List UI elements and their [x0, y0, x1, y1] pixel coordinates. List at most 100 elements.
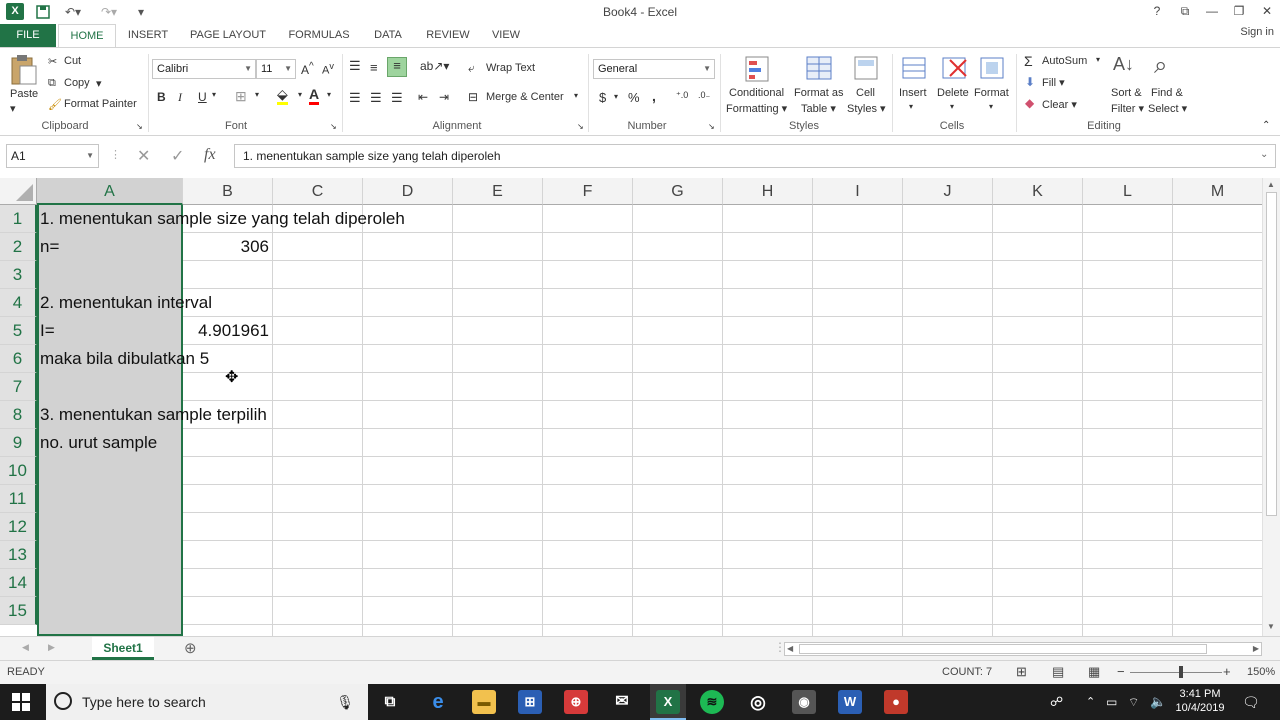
cell-styles-label[interactable]: Cell [856, 87, 875, 99]
zoom-slider[interactable] [1130, 672, 1222, 673]
page-layout-view-icon[interactable]: ▤ [1052, 664, 1064, 680]
row-header-5[interactable]: 5 [0, 317, 37, 345]
people-icon[interactable]: ☍ [1050, 684, 1063, 720]
microphone-icon[interactable]: 🎙 [336, 684, 354, 720]
cancel-icon[interactable]: ✕ [137, 146, 150, 166]
column-header-g[interactable]: G [633, 178, 723, 205]
font-color-dropdown-icon[interactable]: ▾ [327, 90, 331, 99]
format-dropdown-icon[interactable]: ▾ [989, 102, 993, 111]
font-color-icon[interactable]: A [309, 86, 320, 105]
find-select-label[interactable]: Find & [1151, 87, 1183, 99]
merge-center-button[interactable]: Merge & Center [486, 91, 564, 103]
middle-align-icon[interactable]: ≡ [370, 60, 378, 75]
row-header-3[interactable]: 3 [0, 261, 37, 289]
zoom-level[interactable]: 150% [1247, 666, 1275, 678]
clear-button[interactable]: Clear ▾ [1042, 98, 1077, 111]
taskbar-search[interactable]: Type here to search 🎙 [46, 684, 368, 720]
autosum-dropdown-icon[interactable]: ▾ [1096, 55, 1100, 64]
underline-button[interactable]: U [198, 90, 207, 104]
alignment-launcher-icon[interactable]: ↘ [577, 122, 584, 131]
row-header-7[interactable]: 7 [0, 373, 37, 401]
font-name-select[interactable]: Calibri ▼ [152, 59, 256, 79]
tab-insert[interactable]: INSERT [124, 24, 172, 48]
network-icon[interactable]: ⌔ [1128, 684, 1139, 720]
vertical-scroll-thumb[interactable] [1266, 192, 1277, 516]
increase-decimal-icon[interactable]: ⁺.0 [676, 90, 688, 101]
clock[interactable]: 3:41 PM 10/4/2019 [1172, 687, 1228, 715]
column-header-a[interactable]: A [37, 178, 183, 205]
format-button[interactable]: Format [974, 87, 1009, 99]
horizontal-scroll-thumb[interactable] [799, 644, 1207, 654]
gift-app-icon[interactable]: ⊕ [564, 690, 588, 714]
bottom-align-icon[interactable]: ≡ [387, 57, 407, 77]
align-left-icon[interactable]: ☰ [349, 90, 361, 106]
scroll-up-icon[interactable]: ▲ [1267, 180, 1275, 189]
tab-data[interactable]: DATA [368, 24, 408, 48]
conditional-formatting-button[interactable]: Formatting ▾ [726, 102, 787, 115]
notification-icon[interactable]: 🗨 [1242, 684, 1260, 720]
tab-file[interactable]: FILE [0, 24, 56, 48]
row-header-6[interactable]: 6 [0, 345, 37, 373]
windows-start-icon[interactable] [12, 693, 30, 714]
autosum-button[interactable]: AutoSum [1042, 55, 1087, 67]
italic-button[interactable]: I [178, 90, 182, 105]
paste-icon[interactable] [8, 54, 38, 85]
increase-font-icon[interactable]: A^ [301, 61, 314, 77]
row-header-14[interactable]: 14 [0, 569, 37, 597]
close-button[interactable]: ✕ [1256, 2, 1278, 20]
row-header-15[interactable]: 15 [0, 597, 37, 625]
row-header-8[interactable]: 8 [0, 401, 37, 429]
normal-view-icon[interactable]: ⊞ [1016, 664, 1027, 680]
insert-function-icon[interactable]: fx [204, 146, 216, 164]
column-header-l[interactable]: L [1083, 178, 1173, 205]
align-center-icon[interactable]: ☰ [370, 90, 382, 106]
delete-dropdown-icon[interactable]: ▾ [950, 102, 954, 111]
row-header-1[interactable]: 1 [0, 205, 37, 233]
chrome-like-icon[interactable]: ◎ [746, 690, 770, 714]
vertical-scrollbar[interactable]: ▲ ▼ [1262, 178, 1280, 636]
zoom-slider-thumb[interactable] [1179, 666, 1183, 678]
row-header-2[interactable]: 2 [0, 233, 37, 261]
cell-a6[interactable]: maka bila dibulatkan 5 [40, 345, 209, 373]
cell-b5[interactable]: 4.901961 [183, 317, 269, 345]
cell-a4[interactable]: 2. menentukan interval [40, 289, 212, 317]
cell-b2[interactable]: 306 [183, 233, 269, 261]
insert-dropdown-icon[interactable]: ▾ [909, 102, 913, 111]
excel-taskbar-button[interactable]: X [650, 684, 686, 720]
find-select-button[interactable]: Select ▾ [1148, 102, 1187, 115]
file-explorer-icon[interactable]: ▬ [472, 690, 496, 714]
column-header-c[interactable]: C [273, 178, 363, 205]
recorder-icon[interactable]: ● [884, 690, 908, 714]
scroll-left-icon[interactable]: ◀ [787, 644, 793, 653]
column-header-k[interactable]: K [993, 178, 1083, 205]
tab-page-layout[interactable]: PAGE LAYOUT [186, 24, 270, 48]
decrease-font-icon[interactable]: Av [322, 61, 334, 77]
fill-color-dropdown-icon[interactable]: ▾ [298, 90, 302, 99]
font-launcher-icon[interactable]: ↘ [330, 122, 337, 131]
decrease-indent-icon[interactable]: ⇤ [418, 90, 428, 104]
scroll-down-icon[interactable]: ▼ [1267, 622, 1275, 631]
cell-a5[interactable]: I= [40, 317, 55, 345]
sheet-prev-icon[interactable]: ◀ [22, 642, 29, 653]
cell-a2[interactable]: n= [40, 233, 59, 261]
minimize-button[interactable]: — [1201, 2, 1223, 20]
cell-a8[interactable]: 3. menentukan sample terpilih [40, 401, 267, 429]
column-header-e[interactable]: E [453, 178, 543, 205]
top-align-icon[interactable]: ☰ [349, 58, 361, 74]
decrease-decimal-icon[interactable]: .0₋ [698, 90, 710, 101]
formula-input[interactable]: 1. menentukan sample size yang telah dip… [234, 144, 1276, 168]
sheet-tab-sheet1[interactable]: Sheet1 [92, 637, 154, 660]
page-break-view-icon[interactable]: ▦ [1088, 664, 1100, 680]
align-right-icon[interactable]: ☰ [391, 90, 403, 106]
cell-a1[interactable]: 1. menentukan sample size yang telah dip… [40, 205, 405, 233]
cell-a9[interactable]: no. urut sample [40, 429, 157, 457]
column-header-i[interactable]: I [813, 178, 903, 205]
row-header-13[interactable]: 13 [0, 541, 37, 569]
cell-styles-button[interactable]: Styles ▾ [847, 102, 886, 115]
sort-filter-label[interactable]: Sort & [1111, 87, 1142, 99]
volume-icon[interactable]: 🔈 [1150, 684, 1166, 720]
row-header-9[interactable]: 9 [0, 429, 37, 457]
sort-filter-button[interactable]: Filter ▾ [1111, 102, 1144, 115]
row-header-4[interactable]: 4 [0, 289, 37, 317]
copy-button[interactable]: Copy [64, 77, 90, 89]
